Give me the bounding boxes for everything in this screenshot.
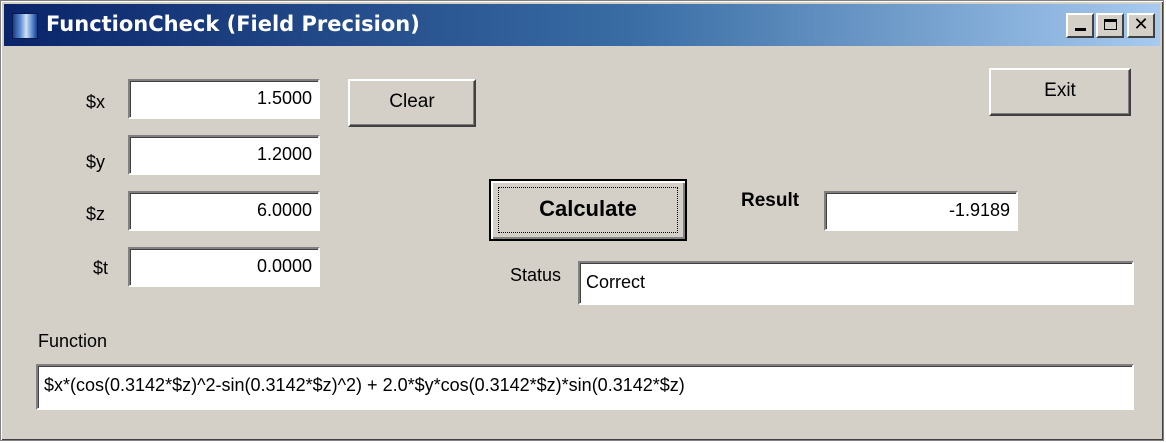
clear-button[interactable]: Clear xyxy=(348,79,476,127)
close-button[interactable]: ✕ xyxy=(1127,13,1155,38)
t-label: $t xyxy=(93,258,109,278)
x-label: $x xyxy=(86,92,106,112)
status-output: Correct xyxy=(578,261,1134,305)
x-input[interactable]: 1.5000 xyxy=(128,79,320,119)
minimize-button[interactable] xyxy=(1066,13,1094,38)
t-input[interactable]: 0.0000 xyxy=(128,247,320,287)
result-label: Result xyxy=(741,190,800,211)
maximize-icon xyxy=(1104,19,1117,30)
app-window: FunctionCheck (Field Precision) ✕ $x 1.5… xyxy=(0,0,1164,441)
z-input[interactable]: 6.0000 xyxy=(128,191,320,231)
title-bar[interactable]: FunctionCheck (Field Precision) ✕ xyxy=(4,4,1160,46)
app-icon[interactable] xyxy=(12,13,38,39)
calculate-button[interactable]: Calculate xyxy=(489,179,687,241)
maximize-button[interactable] xyxy=(1096,13,1124,38)
close-icon: ✕ xyxy=(1133,14,1149,35)
focus-indicator xyxy=(498,187,678,233)
status-label: Status xyxy=(510,265,562,285)
clear-button-label: Clear xyxy=(389,91,435,112)
exit-button-label: Exit xyxy=(1044,80,1076,101)
y-input[interactable]: 1.2000 xyxy=(128,135,320,175)
z-label: $z xyxy=(86,204,106,224)
exit-button[interactable]: Exit xyxy=(989,68,1131,116)
function-input[interactable]: $x*(cos(0.3142*$z)^2-sin(0.3142*$z)^2) +… xyxy=(36,364,1134,410)
result-output: -1.9189 xyxy=(824,191,1018,231)
minimize-icon xyxy=(1075,28,1086,31)
window-title: FunctionCheck (Field Precision) xyxy=(46,12,420,36)
function-label: Function xyxy=(38,331,108,351)
y-label: $y xyxy=(86,152,106,172)
